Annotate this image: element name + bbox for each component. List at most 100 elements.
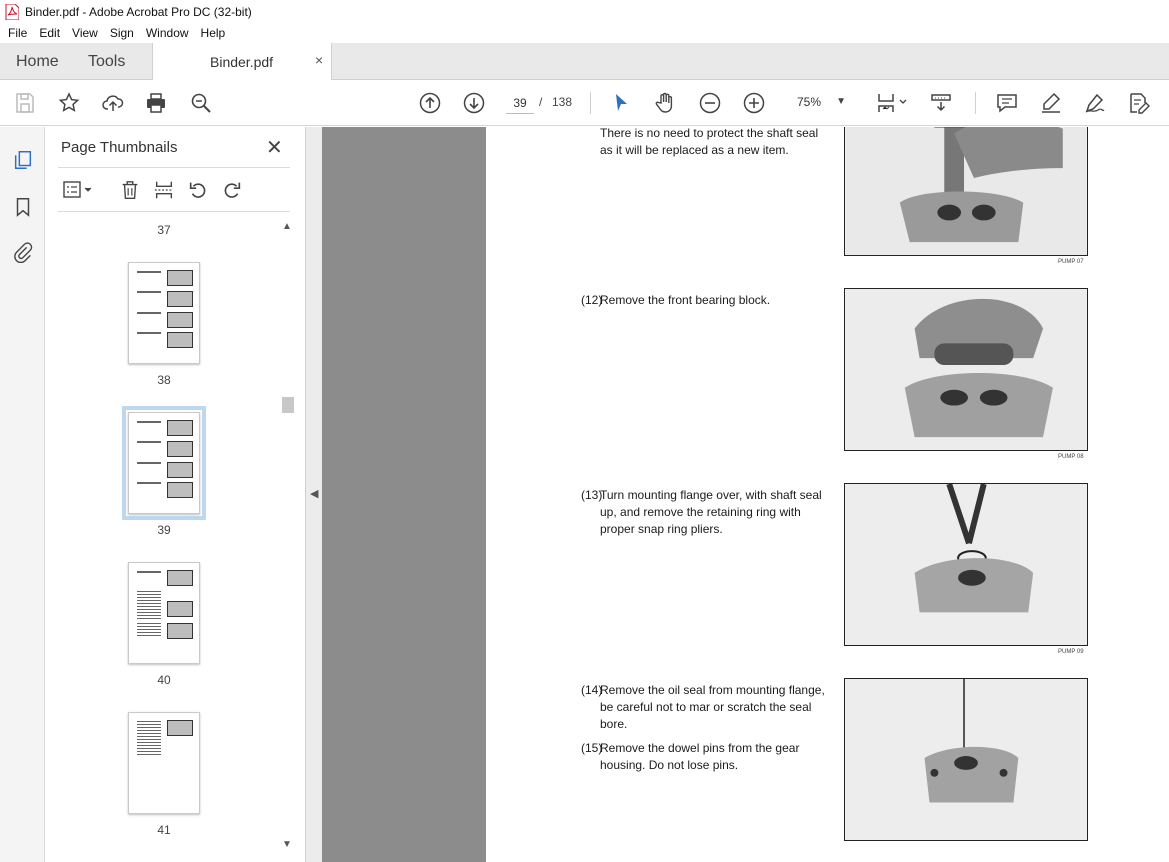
thumbnail-text (137, 291, 161, 293)
chevron-down-icon[interactable]: ▼ (282, 839, 292, 850)
document-tab-label: Binder.pdf (210, 54, 274, 70)
zoom-in-icon[interactable] (741, 90, 767, 116)
thumbnail-photo (167, 441, 193, 457)
thumbnail-text (137, 332, 161, 334)
thumbnail-list: 37 38 39 40 41 (58, 217, 280, 857)
search-zoom-icon[interactable] (188, 90, 214, 116)
thumbnail-photo (167, 482, 193, 498)
panel-collapse-strip[interactable]: ◀ (305, 127, 322, 862)
thumbnail-label: 40 (157, 673, 171, 687)
page-thumbnail[interactable] (128, 562, 200, 664)
rotate-cw-icon[interactable] (220, 178, 244, 202)
fit-page-icon[interactable] (873, 90, 909, 116)
menu-sign[interactable]: Sign (104, 26, 140, 40)
text-line: as it will be replaced as a new item. (600, 143, 789, 157)
rotate-ccw-icon[interactable] (186, 178, 210, 202)
acrobat-icon (5, 3, 20, 20)
zoom-out-icon[interactable] (697, 90, 723, 116)
scroll-mode-icon[interactable] (928, 90, 954, 116)
document-viewer[interactable]: There is no need to protect the shaft se… (322, 127, 1169, 862)
print-icon[interactable] (143, 90, 169, 116)
highlight-icon[interactable] (1038, 90, 1064, 116)
tab-document[interactable]: Binder.pdf × (152, 43, 332, 80)
edit-pdf-icon[interactable] (1125, 90, 1151, 116)
thumbnail-label: 37 (157, 223, 171, 237)
photo-caption: PUMP 08 (1058, 454, 1084, 460)
main-toolbar: / 138 75% ▼ (0, 80, 1169, 126)
pump-photo (844, 288, 1088, 451)
page-separator: / (539, 95, 543, 109)
menu-view[interactable]: View (66, 26, 104, 40)
thumbnail-text (137, 721, 161, 757)
text-line: be careful not to mar or scratch the sea… (600, 700, 812, 714)
page-number-input[interactable] (506, 92, 534, 114)
collapse-arrow-icon[interactable]: ◀ (310, 487, 318, 500)
tab-home[interactable]: Home (16, 53, 59, 71)
sign-icon[interactable] (1082, 90, 1108, 116)
pump-photo (844, 678, 1088, 841)
photo-caption: PUMP 07 (1058, 259, 1084, 265)
thumbnail-photo (167, 270, 193, 286)
instruction-text: Remove the oil seal from mounting flange… (600, 682, 825, 733)
chevron-up-icon[interactable]: ▲ (282, 221, 292, 232)
thumbnail-text (137, 462, 161, 464)
thumbnail-photo (167, 420, 193, 436)
attachment-icon[interactable] (10, 239, 36, 265)
text-line: proper snap ring pliers. (600, 522, 723, 536)
zoom-select[interactable]: 75% ▼ (788, 92, 850, 114)
left-navigation-rail (0, 127, 45, 862)
instruction-text: There is no need to protect the shaft se… (600, 127, 818, 159)
divider (58, 167, 290, 168)
text-line: Remove the dowel pins from the gear (600, 741, 800, 755)
thumbnail-text (137, 421, 161, 423)
delete-icon[interactable] (118, 178, 142, 202)
options-icon[interactable] (60, 178, 96, 202)
thumbnails-icon[interactable] (10, 147, 36, 173)
text-line: bore. (600, 717, 628, 731)
hand-icon[interactable] (652, 90, 678, 116)
select-cursor-icon[interactable] (608, 90, 634, 116)
bookmark-icon[interactable] (10, 194, 36, 220)
thumbnail-label: 38 (157, 373, 171, 387)
arrow-down-icon[interactable] (461, 90, 487, 116)
tab-tools[interactable]: Tools (88, 53, 125, 71)
pdf-page: There is no need to protect the shaft se… (486, 127, 1169, 862)
page-thumbnail[interactable] (128, 712, 200, 814)
instruction-text: Turn mounting flange over, with shaft se… (600, 487, 822, 538)
save-icon[interactable] (12, 90, 38, 116)
instruction-text: Remove the dowel pins from the gear hous… (600, 740, 799, 774)
star-icon[interactable] (56, 90, 82, 116)
close-icon[interactable]: ✕ (266, 135, 283, 160)
instruction-text: Remove the front bearing block. (600, 292, 770, 309)
toolbar-divider (975, 92, 976, 114)
text-line: Turn mounting flange over, with shaft se… (600, 488, 822, 502)
page-thumbnail[interactable] (128, 262, 200, 364)
page-thumbnail-selected[interactable] (122, 406, 206, 520)
arrow-up-icon[interactable] (417, 90, 443, 116)
thumbnail-photo (167, 312, 193, 328)
menu-bar: File Edit View Sign Window Help (0, 23, 1169, 43)
pump-photo (844, 127, 1088, 256)
text-line: There is no need to protect the shaft se… (600, 127, 819, 140)
thumbnail-text (137, 271, 161, 273)
window-title: Binder.pdf - Adobe Acrobat Pro DC (32-bi… (25, 4, 252, 19)
thumbnail-text (137, 482, 161, 484)
upload-icon[interactable] (100, 90, 126, 116)
menu-edit[interactable]: Edit (33, 26, 66, 40)
scrollbar-thumb[interactable] (282, 397, 294, 413)
comment-icon[interactable] (994, 90, 1020, 116)
thumbnail-text (137, 312, 161, 314)
thumbnail-text (137, 623, 161, 637)
thumbnail-photo (167, 291, 193, 307)
thumbnail-photo (167, 720, 193, 736)
menu-window[interactable]: Window (140, 26, 195, 40)
close-tab-icon[interactable]: × (315, 52, 323, 68)
total-pages: 138 (552, 95, 573, 109)
divider (58, 211, 290, 212)
menu-help[interactable]: Help (195, 26, 232, 40)
insert-icon[interactable] (152, 178, 176, 202)
menu-file[interactable]: File (2, 26, 33, 40)
thumbnail-scrollbar[interactable]: ▲ ▼ (281, 217, 295, 857)
thumbnail-photo (167, 570, 193, 586)
thumbnail-photo (167, 601, 193, 617)
